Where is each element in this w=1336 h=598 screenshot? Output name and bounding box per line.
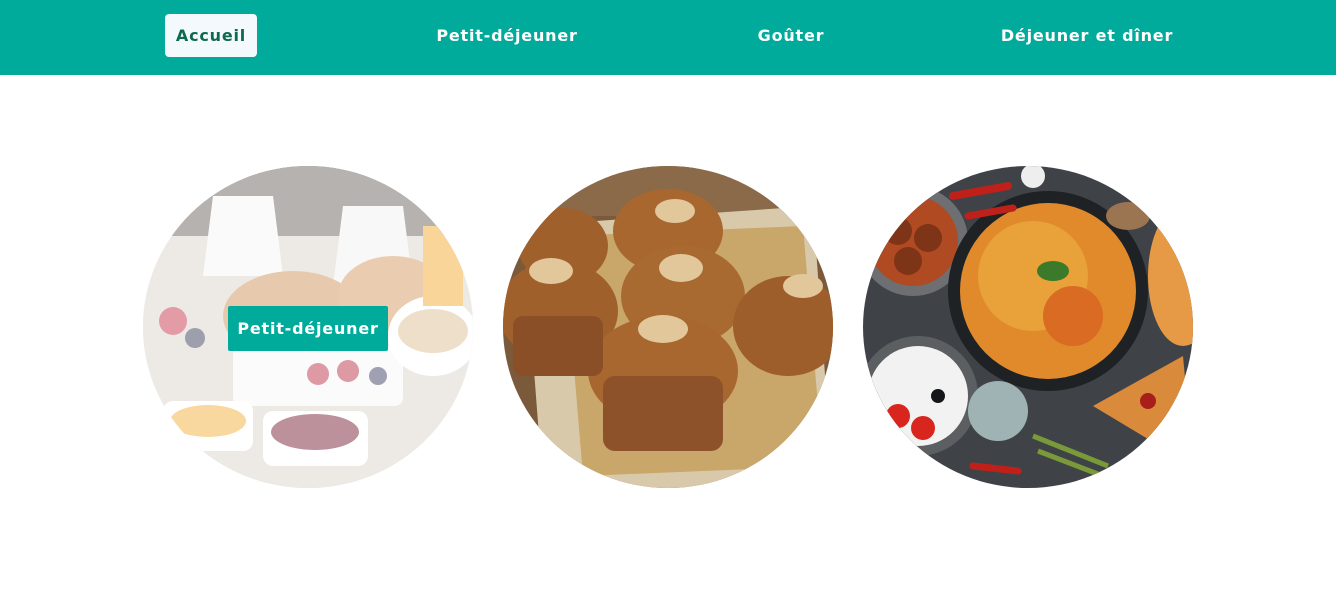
pasta-dinner-spread-image xyxy=(863,166,1193,488)
top-nav-bar: Accueil Petit-déjeuner Goûter Déjeuner e… xyxy=(0,0,1336,75)
category-label-petit-dejeuner[interactable]: Petit-déjeuner xyxy=(228,306,388,351)
nav-item-gouter[interactable]: Goûter xyxy=(745,14,837,57)
nav-item-petit-dejeuner[interactable]: Petit-déjeuner xyxy=(427,14,587,57)
banana-muffins-image xyxy=(503,166,833,488)
category-gouter-image[interactable] xyxy=(503,166,833,488)
nav-item-dejeuner-et-diner[interactable]: Déjeuner et dîner xyxy=(992,14,1182,57)
nav-item-accueil[interactable]: Accueil xyxy=(165,14,257,57)
category-dejeuner-diner-image[interactable] xyxy=(863,166,1193,488)
